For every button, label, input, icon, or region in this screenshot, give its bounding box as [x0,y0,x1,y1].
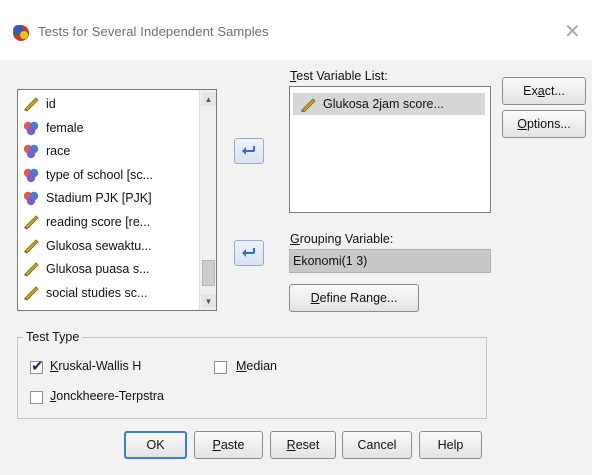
median-checkbox[interactable] [214,361,227,374]
source-variable-item[interactable]: social studies sc... [22,282,147,304]
cancel-button[interactable]: Cancel [342,431,412,459]
source-variable-item[interactable]: female [22,117,84,139]
scrollbar-thumb[interactable] [202,260,215,286]
test-type-legend: Test Type [23,330,83,344]
source-variable-item[interactable]: type of school [sc... [22,164,153,186]
variable-label: female [46,120,84,135]
grouping-variable-label: Grouping Variable: [290,232,394,246]
checkmark-icon: ✔ [31,358,44,375]
help-button[interactable]: Help [419,431,482,459]
paste-button[interactable]: Paste [194,431,263,459]
move-to-grouping-button[interactable] [234,240,264,266]
dialog-window: Tests for Several Independent Samples ✕ … [0,0,592,475]
variable-label: reading score [re... [46,215,151,229]
variable-label: type of school [sc... [46,167,153,182]
grouping-variable-field[interactable]: Ekonomi(1 3) [289,249,491,273]
jonckheere-terpstra-checkbox[interactable] [30,391,43,404]
test-variable-label: Glukosa 2jam score... [323,97,444,111]
close-icon[interactable]: ✕ [564,19,581,44]
kruskal-wallis-label[interactable]: Kruskal-Wallis H [50,359,141,373]
source-variable-list[interactable]: id female race type of school [sc... Stadium… [17,89,217,311]
source-variable-item[interactable]: race [22,140,70,162]
median-label[interactable]: Median [236,359,277,373]
options-button[interactable]: Options... [502,110,586,138]
jonckheere-terpstra-label[interactable]: Jonckheere-Terpstra [50,389,164,403]
exact-button[interactable]: Ex a ct... [502,77,586,105]
scale-variable-icon [24,215,39,230]
define-range-button[interactable]: Define Range... [289,284,419,312]
source-variable-item[interactable]: Glukosa sewaktu... [22,235,152,257]
ok-button[interactable]: OK [124,431,187,459]
test-variable-item[interactable]: Glukosa 2jam score... [293,93,485,115]
nominal-variable-icon [23,144,39,159]
scale-variable-icon [301,98,316,112]
variable-label: social studies sc... [46,285,148,300]
test-type-group [17,337,487,419]
variable-label: Stadium PJK [PJK] [46,191,152,206]
variable-label: id [46,97,56,111]
variable-label: Glukosa puasa s... [46,262,150,277]
source-variable-item[interactable]: id [22,93,56,115]
nominal-variable-icon [23,121,39,135]
scroll-up-icon[interactable]: ▲ [201,92,216,106]
scale-variable-icon [24,97,39,112]
title-bar: Tests for Several Independent Samples ✕ [0,0,592,60]
test-variable-list-label: Test Variable List: [290,69,388,83]
nominal-variable-icon [23,192,39,206]
variable-label: Glukosa sewaktu... [46,238,152,253]
dialog-title: Tests for Several Independent Samples [38,24,269,39]
arrow-right-icon [242,248,255,257]
scale-variable-icon [24,286,39,301]
variable-label: race [46,144,71,159]
scale-variable-icon [24,262,39,277]
arrow-right-icon [242,146,255,155]
kruskal-wallis-checkbox[interactable]: ✔ [30,358,44,375]
spss-app-icon [13,25,29,41]
source-variable-item[interactable]: reading score [re... [22,211,150,233]
scroll-down-icon[interactable]: ▼ [201,294,216,308]
source-variable-item[interactable]: Stadium PJK [PJK] [22,187,152,209]
source-variable-item[interactable]: Glukosa puasa s... [22,258,150,280]
reset-button[interactable]: Reset [270,431,336,459]
move-to-test-list-button[interactable] [234,138,264,164]
test-variable-list[interactable]: Glukosa 2jam score... [289,86,491,213]
vertical-scrollbar[interactable]: ▲ ▼ [199,90,216,310]
scale-variable-icon [24,239,39,254]
nominal-variable-icon [23,168,39,182]
